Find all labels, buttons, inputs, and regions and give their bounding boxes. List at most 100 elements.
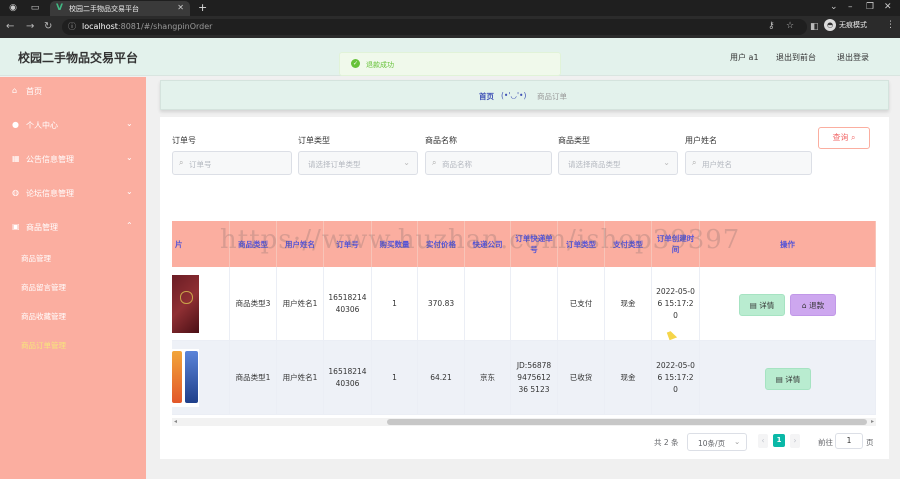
pagination-total: 共 2 条	[654, 438, 679, 447]
site-info-icon[interactable]: ⓘ	[68, 21, 76, 32]
back-icon[interactable]: ←	[6, 21, 14, 33]
toast-message: 退款成功	[366, 61, 394, 69]
prev-page-button[interactable]: ‹	[758, 434, 768, 448]
more-menu-icon[interactable]: ⋮	[886, 20, 895, 30]
bookmark-star-icon[interactable]: ☆	[786, 21, 794, 31]
check-icon: ✓	[351, 59, 360, 68]
bag-icon: ⌂	[801, 301, 807, 310]
cell-quantity: 1	[372, 341, 418, 415]
tab-search-icon[interactable]: ▭	[30, 3, 40, 13]
cell-price: 370.83	[418, 267, 465, 341]
cell-tracking: JD:56878947561236 5123	[511, 341, 558, 415]
scroll-left-icon[interactable]: ◂	[174, 418, 177, 425]
browser-menu-icon[interactable]: ◉	[8, 3, 18, 13]
next-page-button[interactable]: ›	[790, 434, 800, 448]
sidebar-item-home[interactable]: ⌂ 首页	[0, 77, 146, 107]
sidebar-item-notice[interactable]: ▦ 公告信息管理 ⌄	[0, 145, 146, 175]
new-tab-icon[interactable]: +	[198, 1, 207, 14]
breadcrumb-home[interactable]: 首页	[479, 91, 494, 102]
cell-tracking	[511, 267, 558, 341]
incognito-indicator[interactable]: ◓ 无痕模式	[824, 19, 867, 31]
sidebar-item-label: 商品管理	[26, 223, 58, 232]
product-thumbnail	[172, 349, 199, 407]
current-page[interactable]: 1	[773, 434, 785, 447]
user-icon: ●	[12, 120, 19, 129]
success-toast: ✓ 退款成功	[339, 52, 561, 76]
order-no-input[interactable]: ⌕ 订单号	[172, 151, 292, 175]
chevron-down-icon[interactable]: ⌄	[830, 2, 838, 12]
scroll-right-icon[interactable]: ▸	[871, 418, 874, 425]
user-name-label: 用户姓名	[685, 136, 717, 145]
search-icon: ⌕	[179, 158, 184, 167]
sidebar-item-label: 首页	[26, 87, 42, 96]
scrollbar-thumb[interactable]	[387, 419, 867, 425]
restore-icon[interactable]: ❐	[866, 2, 874, 12]
logout-link[interactable]: 退出登录	[837, 52, 869, 63]
back-to-front-link[interactable]: 退出到前台	[776, 52, 816, 63]
product-name-input[interactable]: ⌕ 商品名称	[425, 151, 552, 175]
vue-favicon-icon: V	[56, 3, 63, 13]
order-no-label: 订单号	[172, 136, 196, 145]
sidepanel-icon[interactable]: ◧	[810, 21, 819, 33]
cell-user-name: 用户姓名1	[277, 267, 324, 341]
chevron-down-icon: ⌄	[126, 119, 133, 128]
close-tab-icon[interactable]: ✕	[177, 3, 184, 12]
sidebar-item-label: 论坛信息管理	[26, 189, 74, 198]
cell-order-type: 已支付	[558, 267, 605, 341]
app-title: 校园二手物品交易平台	[18, 51, 139, 65]
order-type-select[interactable]: 请选择订单类型 ⌄	[298, 151, 418, 175]
breadcrumb-current: 商品订单	[537, 92, 567, 101]
chevron-up-icon: ⌃	[126, 221, 133, 230]
sidebar-item-label: 公告信息管理	[26, 155, 74, 164]
chevron-down-icon: ⌄	[663, 158, 670, 167]
globe-icon: ◍	[12, 188, 19, 197]
breadcrumb: 首页 (•'◡'•) 商品订单	[160, 80, 889, 110]
detail-button[interactable]: ▤ 详情	[739, 294, 785, 316]
cell-order-no: 1651821440306	[324, 267, 372, 341]
submenu-product-message[interactable]: 商品留言管理	[0, 273, 146, 301]
sidebar-item-label: 个人中心	[26, 121, 58, 130]
forward-icon[interactable]: →	[26, 21, 34, 33]
table-row: 商品类型3 用户姓名1 1651821440306 1 370.83 已支付 现…	[172, 267, 876, 341]
browser-tab[interactable]: V 校园二手物品交易平台 ✕	[50, 1, 190, 16]
document-icon: ▤	[749, 301, 757, 310]
sidebar-item-product[interactable]: ▣ 商品管理 ⌃	[0, 213, 146, 243]
browser-tab-title: 校园二手物品交易平台	[69, 5, 139, 13]
page-size-select[interactable]: 10条/页 ⌄	[687, 433, 747, 451]
submenu-product-manage[interactable]: 商品管理	[0, 244, 146, 272]
detail-button[interactable]: ▤ 详情	[765, 368, 811, 390]
sidebar-item-forum[interactable]: ◍ 论坛信息管理 ⌄	[0, 179, 146, 209]
close-window-icon[interactable]: ✕	[884, 2, 892, 12]
minimize-icon[interactable]: –	[848, 2, 853, 12]
horizontal-scrollbar[interactable]: ◂ ▸	[172, 418, 876, 426]
product-image	[172, 267, 230, 341]
search-icon: ⌕	[851, 133, 856, 142]
search-icon: ⌕	[692, 158, 697, 167]
breadcrumb-emoticon: (•'◡'•)	[501, 91, 527, 100]
chevron-down-icon: ⌄	[126, 153, 133, 162]
placeholder: 订单号	[189, 160, 212, 169]
cell-price: 64.21	[418, 341, 465, 415]
key-icon[interactable]: ⚷	[768, 21, 775, 31]
goto-page-input[interactable]: 1	[835, 433, 863, 449]
reload-icon[interactable]: ↻	[44, 21, 52, 33]
cell-created: 2022-05-06 15:17:20	[652, 341, 700, 415]
submenu-product-favorite[interactable]: 商品收藏管理	[0, 302, 146, 330]
refund-button[interactable]: ⌂ 退款	[790, 294, 836, 316]
goto-label: 前往	[818, 438, 833, 447]
user-name-input[interactable]: ⌕ 用户姓名	[685, 151, 812, 175]
search-button[interactable]: 查询 ⌕	[818, 127, 870, 149]
url-field[interactable]: ⓘ localhost:8081/#/shangpinOrder ⚷ ☆	[62, 19, 807, 35]
grid-icon: ▦	[12, 154, 20, 163]
sidebar-item-personal-center[interactable]: ● 个人中心 ⌄	[0, 111, 146, 141]
incognito-icon: ◓	[824, 19, 836, 31]
cell-pay-type: 现金	[605, 341, 652, 415]
cell-product-type: 商品类型3	[230, 267, 277, 341]
order-type-label: 订单类型	[298, 136, 330, 145]
chevron-down-icon: ⌄	[734, 437, 741, 446]
cell-actions	[700, 267, 876, 341]
placeholder: 请选择订单类型	[308, 160, 361, 169]
submenu-product-order[interactable]: 商品订单管理	[0, 331, 146, 359]
browser-tab-bar: ◉ ▭ V 校园二手物品交易平台 ✕ + ⌄ – ❐ ✕	[0, 0, 900, 16]
product-type-select[interactable]: 请选择商品类型 ⌄	[558, 151, 678, 175]
